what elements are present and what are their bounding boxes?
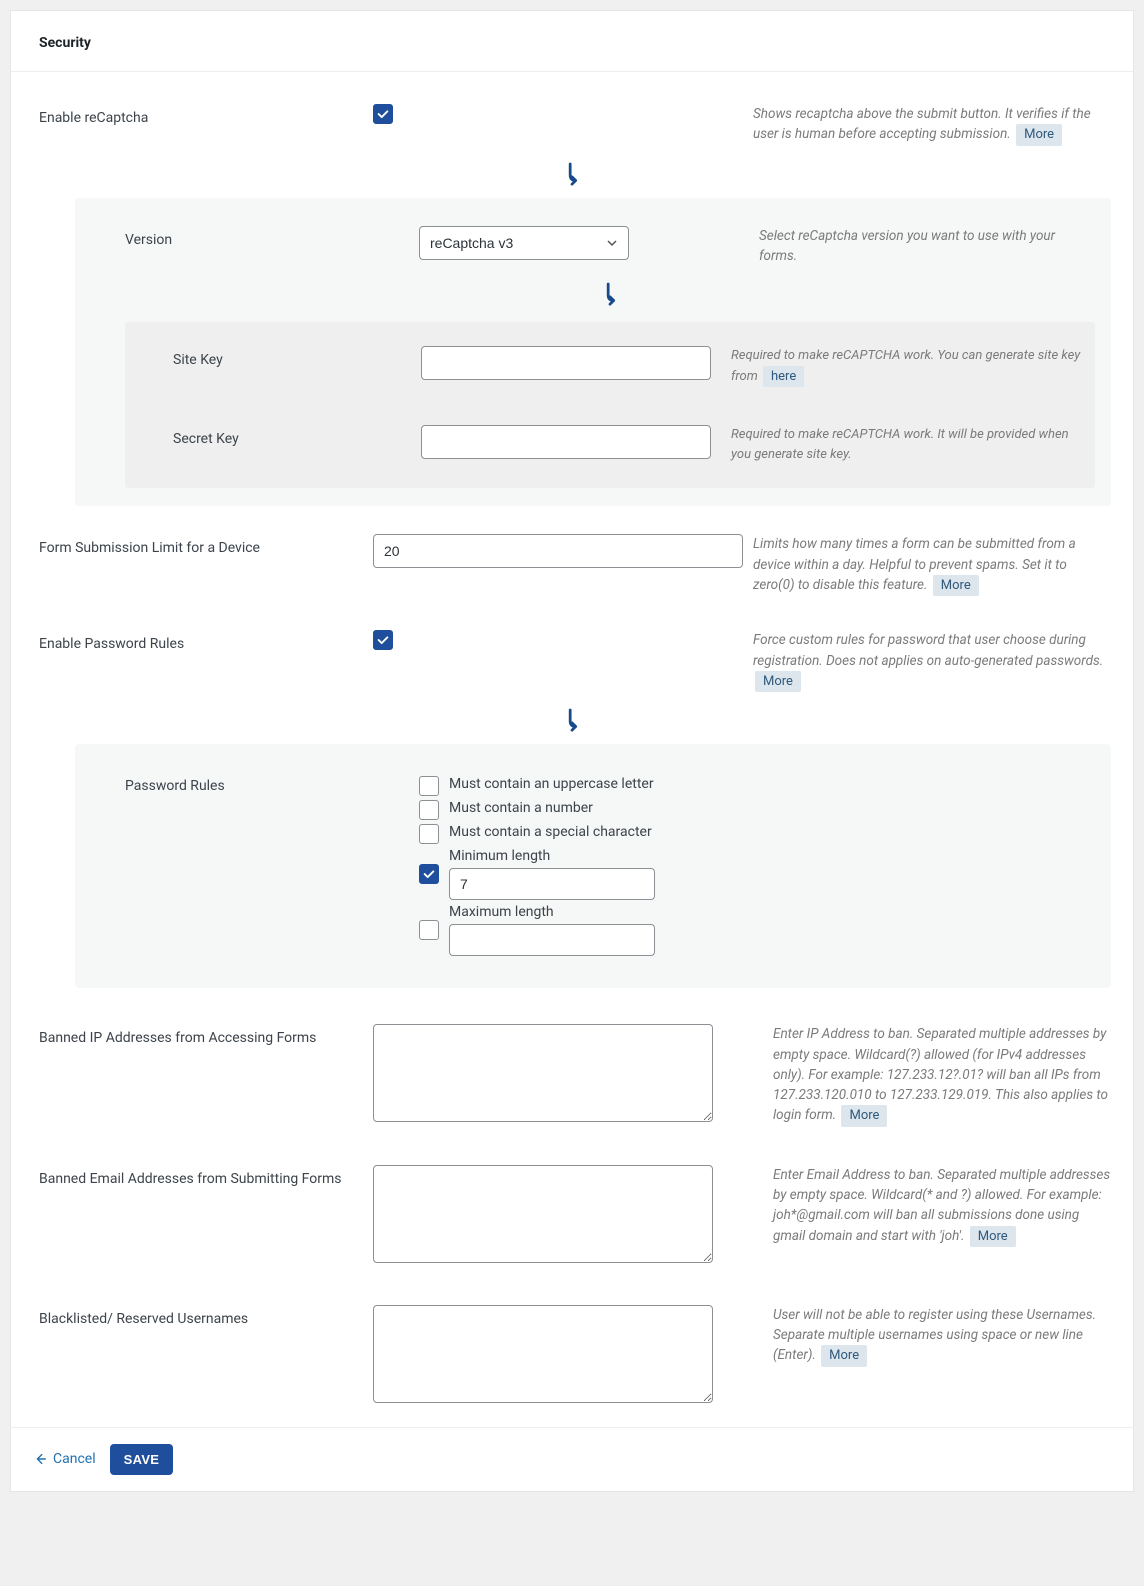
banned-ip-textarea[interactable] xyxy=(373,1024,713,1122)
rule-special-label: Must contain a special character xyxy=(449,824,652,840)
rule-min-length-input[interactable] xyxy=(449,868,655,900)
banned-ip-more[interactable]: More xyxy=(841,1105,887,1127)
recaptcha-keys-nested: Site Key Required to make reCAPTCHA work… xyxy=(125,322,1095,488)
secret-key-input[interactable] xyxy=(421,425,711,459)
enable-recaptcha-help: Shows recaptcha above the submit button.… xyxy=(753,104,1111,146)
site-key-label: Site Key xyxy=(173,346,421,368)
recaptcha-version-help: Select reCaptcha version you want to use… xyxy=(759,226,1095,267)
arrow-icon xyxy=(33,702,1111,740)
submission-limit-more[interactable]: More xyxy=(933,575,979,597)
banned-email-label: Banned Email Addresses from Submitting F… xyxy=(33,1165,373,1187)
arrow-icon xyxy=(33,156,1111,194)
enable-password-rules-help: Force custom rules for password that use… xyxy=(753,630,1111,692)
submission-limit-label: Form Submission Limit for a Device xyxy=(33,534,373,556)
enable-password-rules-checkbox[interactable] xyxy=(373,630,393,650)
secret-key-help: Required to make reCAPTCHA work. It will… xyxy=(731,425,1081,464)
rule-uppercase: Must contain an uppercase letter xyxy=(419,776,819,796)
rule-uppercase-label: Must contain an uppercase letter xyxy=(449,776,654,792)
card-title: Security xyxy=(11,11,1133,72)
row-site-key: Site Key Required to make reCAPTCHA work… xyxy=(173,336,1081,397)
rule-max-length-label: Maximum length xyxy=(449,904,655,920)
arrow-icon xyxy=(125,276,1095,314)
row-enable-password-rules: Enable Password Rules Force custom rules… xyxy=(33,620,1111,702)
banned-ip-help: Enter IP Address to ban. Separated multi… xyxy=(773,1024,1111,1127)
site-key-input[interactable] xyxy=(421,346,711,380)
rule-max-length-checkbox[interactable] xyxy=(419,920,439,940)
row-submission-limit: Form Submission Limit for a Device Limit… xyxy=(33,524,1111,606)
row-banned-email: Banned Email Addresses from Submitting F… xyxy=(33,1155,1111,1277)
rule-max-length: Maximum length xyxy=(419,904,819,956)
rule-number-label: Must contain a number xyxy=(449,800,593,816)
enable-password-rules-more[interactable]: More xyxy=(755,671,801,693)
rule-min-length-checkbox[interactable] xyxy=(419,864,439,884)
banned-ip-label: Banned IP Addresses from Accessing Forms xyxy=(33,1024,373,1046)
secret-key-label: Secret Key xyxy=(173,425,421,447)
site-key-help: Required to make reCAPTCHA work. You can… xyxy=(731,346,1081,387)
row-enable-recaptcha: Enable reCaptcha Shows recaptcha above t… xyxy=(33,94,1111,156)
arrow-left-icon xyxy=(33,1452,47,1466)
enable-recaptcha-checkbox[interactable] xyxy=(373,104,393,124)
recaptcha-version-select[interactable]: reCaptcha v3 xyxy=(419,226,629,260)
enable-recaptcha-more[interactable]: More xyxy=(1016,124,1062,146)
blacklist-usernames-label: Blacklisted/ Reserved Usernames xyxy=(33,1305,373,1327)
site-key-here-link[interactable]: here xyxy=(763,366,804,388)
banned-email-textarea[interactable] xyxy=(373,1165,713,1263)
enable-password-rules-label: Enable Password Rules xyxy=(33,630,373,652)
blacklist-usernames-more[interactable]: More xyxy=(821,1345,867,1367)
card-body: Enable reCaptcha Shows recaptcha above t… xyxy=(11,72,1133,1427)
banned-email-help: Enter Email Address to ban. Separated mu… xyxy=(773,1165,1111,1247)
rule-min-length: Minimum length xyxy=(419,848,819,900)
row-secret-key: Secret Key Required to make reCAPTCHA wo… xyxy=(173,415,1081,474)
recaptcha-nested: Version reCaptcha v3 Select reCaptcha ve… xyxy=(75,198,1111,507)
rule-number: Must contain a number xyxy=(419,800,819,820)
submission-limit-help: Limits how many times a form can be subm… xyxy=(753,534,1111,596)
recaptcha-version-label: Version xyxy=(125,226,419,248)
cancel-link[interactable]: Cancel xyxy=(33,1451,96,1467)
password-rules-nested: Password Rules Must contain an uppercase… xyxy=(75,744,1111,988)
rule-max-length-input[interactable] xyxy=(449,924,655,956)
row-blacklist-usernames: Blacklisted/ Reserved Usernames User wil… xyxy=(33,1295,1111,1417)
blacklist-usernames-textarea[interactable] xyxy=(373,1305,713,1403)
rule-uppercase-checkbox[interactable] xyxy=(419,776,439,796)
card-footer: Cancel SAVE xyxy=(11,1427,1133,1491)
blacklist-usernames-help: User will not be able to register using … xyxy=(773,1305,1111,1367)
save-button[interactable]: SAVE xyxy=(110,1444,174,1475)
password-rules-label: Password Rules xyxy=(125,772,419,794)
row-password-rules: Password Rules Must contain an uppercase… xyxy=(125,762,1095,970)
security-settings-card: Security Enable reCaptcha Shows recaptch… xyxy=(10,10,1134,1492)
row-recaptcha-version: Version reCaptcha v3 Select reCaptcha ve… xyxy=(125,216,1095,277)
rule-min-length-label: Minimum length xyxy=(449,848,655,864)
rule-number-checkbox[interactable] xyxy=(419,800,439,820)
banned-email-more[interactable]: More xyxy=(970,1226,1016,1248)
submission-limit-input[interactable] xyxy=(373,534,743,568)
rule-special: Must contain a special character xyxy=(419,824,819,844)
row-banned-ip: Banned IP Addresses from Accessing Forms… xyxy=(33,1014,1111,1137)
rule-special-checkbox[interactable] xyxy=(419,824,439,844)
enable-recaptcha-label: Enable reCaptcha xyxy=(33,104,373,126)
